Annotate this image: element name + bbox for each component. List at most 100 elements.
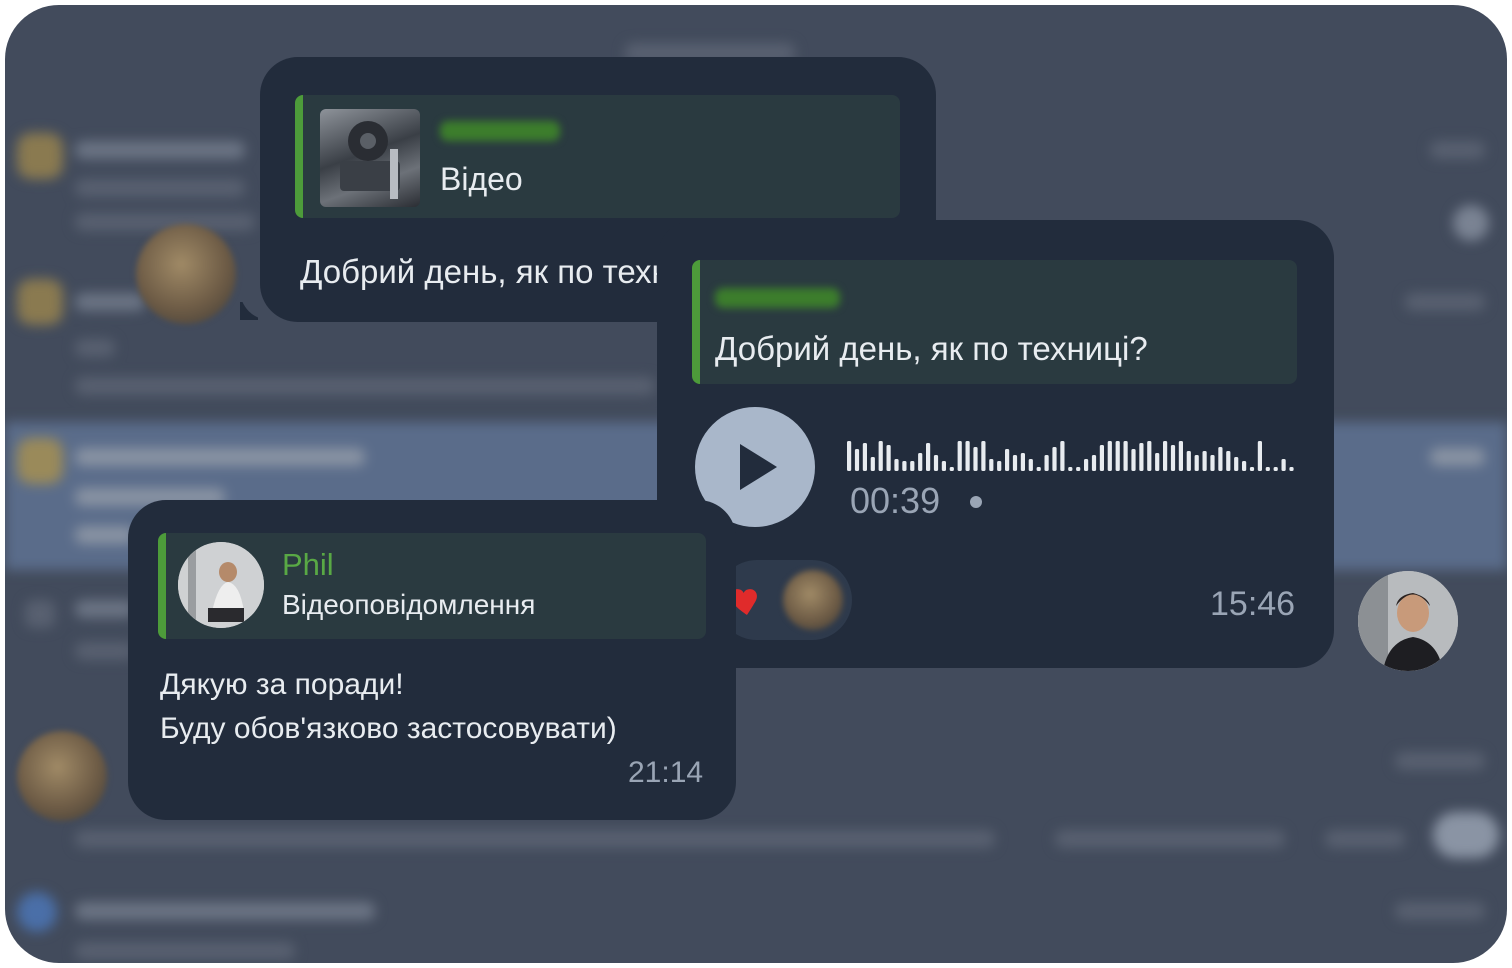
blurred-chat-preview bbox=[75, 377, 655, 395]
waveform-bar bbox=[1028, 459, 1033, 471]
reply-quote-text: Добрий день, як по техниці? bbox=[715, 330, 1148, 367]
blurred-chat-badge bbox=[1453, 205, 1489, 241]
waveform-bar bbox=[1242, 461, 1247, 471]
video-message-thumbnail-art bbox=[178, 542, 264, 628]
blurred-chat-avatar bbox=[25, 600, 55, 628]
blurred-chat-name bbox=[75, 448, 365, 466]
message-text-line-2: Буду обов'язково застосовувати) bbox=[160, 712, 617, 745]
waveform-bar bbox=[854, 449, 860, 471]
blurred-chat-preview bbox=[1055, 830, 1285, 848]
waveform-bar bbox=[1020, 453, 1025, 471]
waveform-bar bbox=[1170, 445, 1176, 471]
waveform-bar bbox=[1044, 455, 1049, 471]
blurred-chat-preview bbox=[75, 942, 295, 960]
waveform-bar bbox=[902, 461, 907, 471]
video-thumbnail bbox=[320, 109, 420, 207]
voice-waveform[interactable] bbox=[847, 425, 1307, 475]
blurred-chat-name bbox=[75, 141, 245, 159]
blurred-chat-name bbox=[75, 902, 375, 920]
reply-quote[interactable]: Відео bbox=[295, 95, 900, 218]
sender-avatar[interactable] bbox=[136, 224, 236, 324]
blurred-chat-badge bbox=[1433, 812, 1499, 858]
reply-sender-name-blurred bbox=[440, 117, 565, 145]
waveform-bar bbox=[965, 441, 970, 471]
reply-quote[interactable]: Добрий день, як по техниці? bbox=[692, 260, 1297, 384]
waveform-bar bbox=[1218, 447, 1223, 471]
reply-quote-label: Відеоповідомлення bbox=[282, 589, 536, 620]
blurred-chat-preview bbox=[75, 830, 995, 848]
waveform-bar bbox=[1194, 455, 1199, 471]
waveform-bar bbox=[1257, 441, 1262, 471]
blurred-chat-avatar bbox=[17, 133, 63, 179]
waveform-bar bbox=[1012, 455, 1018, 471]
chat-window: Відео Добрий день, як по техниці? Добрий… bbox=[5, 5, 1507, 963]
waveform-bar bbox=[1107, 441, 1112, 471]
waveform-bar bbox=[973, 447, 978, 471]
waveform-bar bbox=[1068, 467, 1073, 471]
waveform-bar bbox=[1076, 467, 1081, 471]
blurred-chat-preview bbox=[75, 339, 115, 357]
waveform-bar bbox=[862, 443, 867, 471]
waveform-bar bbox=[918, 453, 923, 471]
waveform-bar bbox=[957, 441, 962, 471]
blurred-chat-avatar bbox=[17, 892, 57, 932]
waveform-bar bbox=[910, 461, 915, 471]
blurred-chat-time bbox=[1430, 141, 1485, 159]
blurred-chat-avatar bbox=[17, 279, 63, 325]
receiver-avatar-art bbox=[1358, 571, 1458, 671]
waveform-bar bbox=[926, 443, 931, 471]
reply-sender-name-blurred bbox=[715, 284, 845, 312]
waveform-bar bbox=[1202, 451, 1207, 471]
phil-avatar[interactable] bbox=[17, 731, 107, 821]
waveform-bar bbox=[1005, 449, 1010, 471]
waveform-bar bbox=[1163, 441, 1168, 471]
waveform-bar bbox=[1178, 441, 1183, 471]
waveform-bar bbox=[1155, 453, 1160, 471]
waveform-bar bbox=[941, 461, 946, 471]
waveform-bar bbox=[1036, 467, 1041, 471]
reply-sender-name: Phil bbox=[282, 547, 334, 582]
waveform-bar bbox=[949, 467, 954, 471]
waveform-bar bbox=[997, 461, 1002, 471]
waveform-bar bbox=[933, 455, 939, 471]
blurred-chat-time bbox=[1430, 448, 1485, 466]
waveform-bar bbox=[894, 459, 899, 471]
waveform-bar bbox=[1265, 467, 1270, 471]
receiver-avatar[interactable] bbox=[1358, 571, 1458, 671]
message-bubble-voice[interactable]: Добрий день, як по техниці? 00:39 15:46 bbox=[657, 220, 1334, 668]
unplayed-dot bbox=[970, 496, 982, 508]
blurred-chat-name bbox=[75, 600, 135, 618]
waveform-bar bbox=[1273, 467, 1278, 471]
waveform-bar bbox=[1147, 441, 1152, 471]
message-time: 21:14 bbox=[628, 756, 704, 789]
waveform-bar bbox=[1123, 441, 1128, 471]
video-message-avatar bbox=[178, 542, 264, 628]
blurred-chat-preview bbox=[75, 642, 135, 660]
reply-quote[interactable]: Phil Відеоповідомлення bbox=[158, 533, 706, 639]
waveform-bar bbox=[1249, 467, 1255, 471]
blurred-chat-preview bbox=[1325, 830, 1405, 848]
waveform-bar bbox=[1281, 459, 1286, 471]
blurred-chat-avatar bbox=[17, 438, 63, 484]
blurred-chat-row bbox=[5, 880, 1507, 963]
reaction-pill[interactable] bbox=[717, 560, 852, 640]
waveform-bar bbox=[1234, 457, 1239, 471]
waveform-bar bbox=[1115, 441, 1120, 471]
blurred-chat-name bbox=[75, 293, 145, 311]
waveform-bar bbox=[1210, 455, 1215, 471]
waveform-bar bbox=[870, 457, 875, 471]
waveform-bar bbox=[989, 459, 994, 471]
blurred-chat-preview bbox=[75, 526, 135, 544]
waveform-bar bbox=[1131, 449, 1136, 471]
waveform-bar bbox=[1060, 441, 1065, 471]
message-bubble-phil[interactable]: Phil Відеоповідомлення Дякую за поради! … bbox=[128, 500, 736, 820]
waveform-bar bbox=[878, 441, 883, 471]
message-text-line-1: Дякую за поради! bbox=[160, 668, 404, 701]
waveform-bar bbox=[1139, 443, 1144, 471]
blurred-chat-time bbox=[1395, 752, 1485, 770]
blurred-chat-time bbox=[1405, 293, 1485, 311]
blurred-chat-preview bbox=[75, 179, 245, 197]
message-time: 15:46 bbox=[1210, 585, 1296, 623]
waveform-bar bbox=[1052, 447, 1057, 471]
waveform-bar bbox=[886, 445, 891, 471]
